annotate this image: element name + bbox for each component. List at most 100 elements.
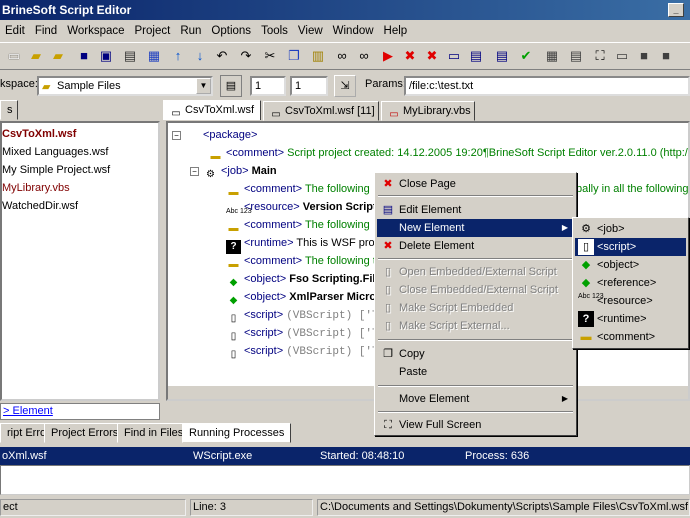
menu-find[interactable]: Find xyxy=(30,25,62,37)
menu-edit[interactable]: Edit xyxy=(0,25,30,37)
status-line: Line: 3 xyxy=(190,499,313,516)
submenu-reference[interactable]: ◆ <reference> xyxy=(575,274,686,292)
undo-icon[interactable]: ↶ xyxy=(214,48,230,64)
tree-row[interactable]: ▯ <script> (VBScript) ['Thi xyxy=(226,325,392,342)
tools-icon[interactable]: ▤ xyxy=(568,48,584,64)
settings-icon[interactable]: ▦ xyxy=(544,48,560,64)
tab-csvtoxml[interactable]: ▭ CsvToXml.wsf xyxy=(163,100,261,120)
submenu-comment[interactable]: ▬ <comment> xyxy=(575,328,686,346)
find-icon[interactable]: ▦ xyxy=(146,48,162,64)
run-icon[interactable]: ▶ xyxy=(380,48,396,64)
tab-csvtoxml-11[interactable]: ▭ CsvToXml.wsf [11] xyxy=(263,101,379,121)
menu-options[interactable]: Options xyxy=(206,25,256,37)
record-icon[interactable]: ✖ xyxy=(424,48,440,64)
file-item[interactable]: Mixed Languages.wsf xyxy=(2,144,108,160)
menu-view[interactable]: View xyxy=(293,25,328,37)
item-label: Delete Element xyxy=(399,240,475,252)
collapse-icon[interactable]: − xyxy=(190,167,199,176)
chevron-down-icon[interactable]: ▼ xyxy=(196,78,211,94)
redo-icon[interactable]: ↷ xyxy=(238,48,254,64)
tree-row[interactable]: ◆ <object> XmlParser Micro xyxy=(226,289,376,306)
copy-item[interactable]: ❐ Copy xyxy=(377,345,574,363)
check-icon[interactable]: ✔ xyxy=(518,48,534,64)
running-process-row[interactable]: oXml.wsf WScript.exe Started: 08:48:10 P… xyxy=(0,447,690,465)
copy-icon[interactable]: ❐ xyxy=(286,48,302,64)
list2-icon[interactable]: ▤ xyxy=(494,48,510,64)
menu-window[interactable]: Window xyxy=(328,25,379,37)
tree-row[interactable]: ▯ <script> (VBScript) ['Thi xyxy=(226,343,392,360)
make-embedded-item[interactable]: ▯ Make Script Embedded xyxy=(377,299,574,317)
file-item[interactable]: My Simple Project.wsf xyxy=(2,162,110,178)
tree-row[interactable]: ◆ <object> Fso Scripting.File xyxy=(226,271,382,288)
tab-find-in-files[interactable]: Find in Files xyxy=(117,423,191,443)
tree-row[interactable]: ▬ <comment> The following xyxy=(226,217,370,234)
menu-run[interactable]: Run xyxy=(175,25,206,37)
tag-label: <comment> xyxy=(244,255,303,267)
workspace-settings-button[interactable]: ▤ xyxy=(220,75,242,97)
collapse-icon[interactable]: − xyxy=(172,131,181,140)
field-1[interactable]: 1 xyxy=(250,76,286,96)
paste-item[interactable]: Paste xyxy=(377,363,574,381)
binoculars-next-icon[interactable]: ∞ xyxy=(356,48,372,64)
tab-mylibrary[interactable]: ▭ MyLibrary.vbs xyxy=(381,101,475,121)
menu-project[interactable]: Project xyxy=(130,25,176,37)
tree-row[interactable]: ▬ <comment> The following xyxy=(226,181,370,198)
menu-workspace[interactable]: Workspace xyxy=(62,25,129,37)
panel-icon[interactable]: ▭ xyxy=(614,48,630,64)
print-icon[interactable]: ▤ xyxy=(122,48,138,64)
box-icon[interactable]: ■ xyxy=(636,48,652,64)
tree-row[interactable]: ? <runtime> This is WSF proje xyxy=(226,235,383,254)
new-element-item[interactable]: New Element ▶ xyxy=(377,219,574,237)
paste-icon[interactable]: ▥ xyxy=(310,48,326,64)
file-item[interactable]: MyLibrary.vbs xyxy=(2,180,70,196)
tree-row-package[interactable]: − <package> xyxy=(172,127,257,143)
tree-row[interactable]: Abc 123<resource> Version Script xyxy=(226,199,377,215)
element-link[interactable]: > Element xyxy=(0,403,160,420)
arrow-down-icon[interactable]: ↓ xyxy=(192,48,208,64)
open-folder-icon[interactable]: ▰ xyxy=(28,48,44,64)
close-embedded-item[interactable]: ▯ Close Embedded/External Script xyxy=(377,281,574,299)
edit-element-item[interactable]: ▤ Edit Element xyxy=(377,201,574,219)
submenu-runtime[interactable]: ? <runtime> xyxy=(575,310,686,328)
cut-icon[interactable]: ✂ xyxy=(262,48,278,64)
save-all-icon[interactable]: ▣ xyxy=(98,48,114,64)
menu-tools[interactable]: Tools xyxy=(256,25,293,37)
move-element-item[interactable]: Move Element ▶ xyxy=(377,390,574,408)
binoculars-icon[interactable]: ∞ xyxy=(334,48,350,64)
workspace-select[interactable]: ▰ Sample Files ▼ xyxy=(37,76,213,96)
file-item[interactable]: CsvToXml.wsf xyxy=(2,126,76,142)
tab-project-errors[interactable]: Project Errors xyxy=(44,423,126,443)
menu-help[interactable]: Help xyxy=(379,25,413,37)
save-icon[interactable]: ■ xyxy=(76,48,92,64)
open-embedded-item[interactable]: ▯ Open Embedded/External Script xyxy=(377,263,574,281)
tree-row-comment[interactable]: ▬ <comment> Script project created: 14.12… xyxy=(208,145,689,162)
params-input[interactable]: /file:c:\test.txt xyxy=(404,76,690,96)
field-2[interactable]: 1 xyxy=(290,76,328,96)
new-file-icon[interactable]: ▭ xyxy=(6,48,22,64)
window-icon[interactable]: ▭ xyxy=(446,48,462,64)
tree-row-job[interactable]: − ⚙ <job> Main xyxy=(190,163,277,180)
fullscreen-icon[interactable]: ⛶ xyxy=(592,48,608,64)
left-pane-tab[interactable]: s xyxy=(0,100,18,120)
tab-running-processes[interactable]: Running Processes xyxy=(182,423,292,443)
stop-icon[interactable]: ✖ xyxy=(402,48,418,64)
submenu-job[interactable]: ⚙ <job> xyxy=(575,220,686,238)
submenu-object[interactable]: ◆ <object> xyxy=(575,256,686,274)
arrow-up-icon[interactable]: ↑ xyxy=(170,48,186,64)
list-icon[interactable]: ▤ xyxy=(468,48,484,64)
item-label: Make Script Embedded xyxy=(399,302,514,314)
minimize-button[interactable]: _ xyxy=(668,3,684,17)
close-page-item[interactable]: ✖ Close Page xyxy=(377,175,574,193)
submenu-resource[interactable]: Abc 123 <resource> xyxy=(575,292,686,310)
comment-icon: ▬ xyxy=(580,331,592,343)
open-icon[interactable]: ▰ xyxy=(50,48,66,64)
make-external-item[interactable]: ▯ Make Script External... xyxy=(377,317,574,335)
tree-row[interactable]: ▬ <comment> The following tw xyxy=(226,253,384,270)
resource-icon: Abc 123 xyxy=(578,293,604,300)
submenu-script[interactable]: ▯ <script> xyxy=(575,238,686,256)
delete-element-item[interactable]: ✖ Delete Element xyxy=(377,237,574,255)
box2-icon[interactable]: ■ xyxy=(658,48,674,64)
go-to-button[interactable]: ⇲ xyxy=(334,75,356,97)
tree-row[interactable]: ▯ <script> (VBScript) ['Thi xyxy=(226,307,392,324)
file-item[interactable]: WatchedDir.wsf xyxy=(2,198,78,214)
